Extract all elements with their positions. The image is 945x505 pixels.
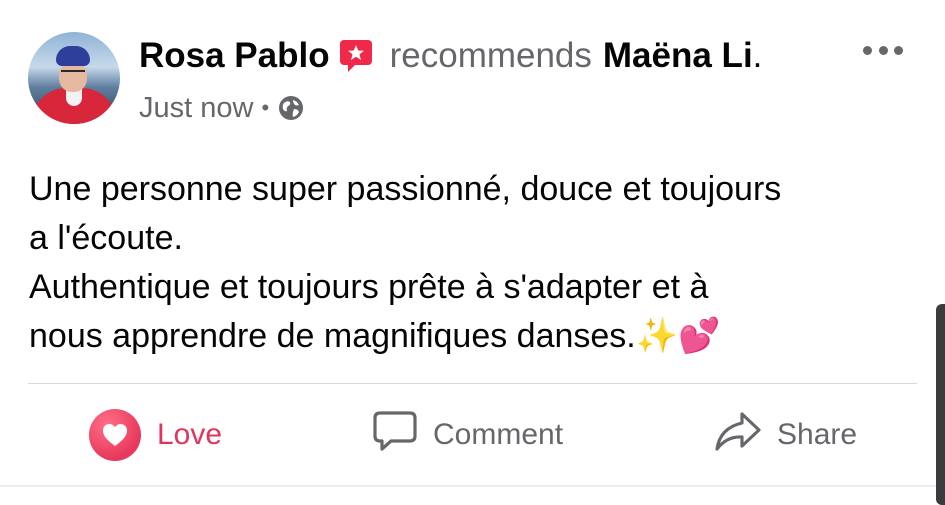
author-avatar[interactable]	[28, 32, 120, 124]
more-dot	[894, 45, 903, 55]
header-period: .	[752, 36, 763, 75]
share-button[interactable]: Share	[713, 404, 857, 466]
more-options-icon[interactable]	[863, 44, 903, 56]
avatar-face	[59, 62, 87, 92]
more-dot	[863, 45, 872, 55]
heart-icon	[89, 409, 141, 461]
globe-icon[interactable]	[277, 94, 305, 122]
post-timestamp[interactable]: Just now	[139, 92, 253, 125]
post-meta: Just now •	[139, 88, 305, 128]
comment-bubble-icon	[371, 409, 419, 461]
scrollbar-edge[interactable]	[936, 304, 945, 505]
love-button[interactable]: Love	[89, 404, 222, 466]
actions-divider	[28, 383, 917, 384]
comment-button[interactable]: Comment	[371, 404, 563, 466]
recommendation-post: Rosa Pablo recommends Maëna Li . Just no…	[0, 0, 945, 505]
post-body: Une personne super passionné, douce et t…	[29, 170, 782, 355]
more-dot	[878, 45, 888, 55]
share-label: Share	[777, 418, 858, 451]
love-label: Love	[157, 418, 223, 451]
post-header: Rosa Pablo recommends Maëna Li .	[139, 34, 762, 78]
share-arrow-icon	[713, 409, 763, 461]
avatar-glasses	[61, 70, 85, 76]
comment-label: Comment	[433, 418, 564, 451]
post-bottom-separator	[0, 485, 945, 487]
author-name[interactable]: Rosa Pablo	[139, 36, 330, 76]
meta-separator: •	[261, 95, 270, 120]
recommends-label: recommends	[389, 36, 592, 75]
recommended-page-name[interactable]: Maëna Li	[603, 36, 753, 76]
avatar-hat	[56, 46, 90, 66]
star-speech-bubble-icon	[338, 38, 374, 74]
